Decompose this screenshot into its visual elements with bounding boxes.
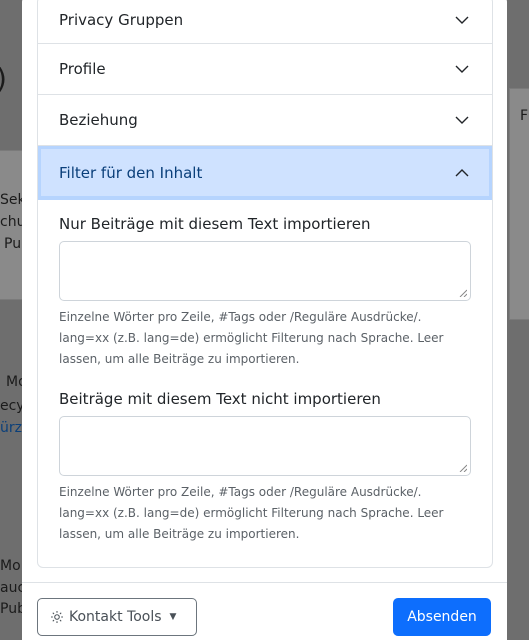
contact-tools-label: Kontakt Tools xyxy=(69,609,162,625)
accordion-item-label: Privacy Gruppen xyxy=(59,11,184,29)
accordion-item-privacy-groups[interactable]: Privacy Gruppen xyxy=(38,0,492,44)
submit-label: Absenden xyxy=(407,609,477,625)
gear-icon xyxy=(51,611,63,623)
bg-link-fragment: ürz xyxy=(0,420,22,436)
contact-settings-modal: Privacy Gruppen Profile Beziehung Filter… xyxy=(22,0,507,640)
content-filter-panel: Nur Beiträge mit diesem Text importieren… xyxy=(38,200,492,545)
exclude-filter-textarea[interactable] xyxy=(59,416,471,476)
include-filter-textarea[interactable] xyxy=(59,241,471,301)
accordion-item-label: Filter für den Inhalt xyxy=(59,163,203,182)
caret-down-icon: ▼ xyxy=(169,612,177,622)
accordion-item-content-filter[interactable]: Filter für den Inhalt xyxy=(38,146,492,200)
chevron-down-icon xyxy=(455,16,469,24)
accordion-item-profile[interactable]: Profile xyxy=(38,44,492,95)
submit-button[interactable]: Absenden xyxy=(393,598,491,636)
resize-handle-icon[interactable] xyxy=(459,289,467,297)
bg-paren: ) xyxy=(0,62,7,95)
accordion-item-relationship[interactable]: Beziehung xyxy=(38,95,492,146)
exclude-filter-label: Beiträge mit diesem Text nicht importier… xyxy=(59,390,381,408)
settings-accordion: Privacy Gruppen Profile Beziehung Filter… xyxy=(37,0,493,568)
chevron-up-icon xyxy=(455,168,469,176)
resize-handle-icon[interactable] xyxy=(459,464,467,472)
chevron-down-icon xyxy=(455,65,469,73)
chevron-down-icon xyxy=(455,116,469,124)
include-filter-label: Nur Beiträge mit diesem Text importieren xyxy=(59,215,371,233)
bg-fragment: ecy xyxy=(0,398,25,414)
contact-tools-button[interactable]: Kontakt Tools ▼ xyxy=(37,598,197,636)
bg-fragment: F xyxy=(520,108,529,124)
bg-fragment: Mo xyxy=(0,558,21,574)
include-filter-help: Einzelne Wörter pro Zeile, #Tags oder /R… xyxy=(59,310,444,366)
modal-footer: Kontakt Tools ▼ Absenden xyxy=(22,582,507,640)
accordion-item-label: Profile xyxy=(59,60,106,78)
accordion-item-label: Beziehung xyxy=(59,111,138,129)
exclude-filter-help: Einzelne Wörter pro Zeile, #Tags oder /R… xyxy=(59,485,444,541)
